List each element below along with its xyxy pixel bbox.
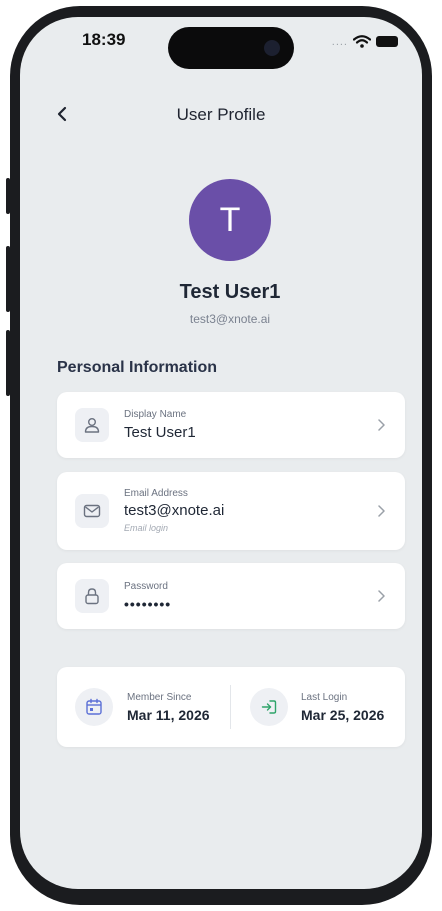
last-login-label: Last Login	[301, 692, 348, 703]
volume-up-button	[6, 246, 10, 312]
stats-divider	[230, 685, 231, 729]
navigation-bar: User Profile	[20, 99, 422, 129]
wifi-icon	[353, 35, 371, 48]
icon-container	[75, 494, 109, 528]
display-name-value: Test User1	[124, 424, 196, 441]
member-since-label: Member Since	[127, 692, 192, 703]
status-time: 18:39	[82, 30, 126, 49]
password-label: Password	[124, 581, 168, 592]
display-name-row[interactable]: Display Name Test User1	[57, 392, 405, 458]
member-since-value: Mar 11, 2026	[127, 707, 210, 723]
email-login-note: Email login	[124, 523, 169, 533]
dynamic-island	[168, 27, 294, 69]
chevron-right-icon	[378, 419, 385, 431]
last-login-value: Mar 25, 2026	[301, 707, 385, 723]
section-title-personal-information: Personal Information	[57, 359, 218, 376]
chevron-right-icon	[378, 590, 385, 602]
avatar: T	[189, 179, 271, 261]
calendar-icon	[86, 698, 102, 715]
user-name: Test User1	[179, 281, 281, 303]
user-icon	[84, 418, 100, 433]
mail-icon	[83, 504, 101, 518]
lock-icon	[85, 588, 99, 605]
icon-container	[75, 579, 109, 613]
icon-container	[75, 408, 109, 442]
page-title: User Profile	[176, 105, 266, 124]
battery-icon	[376, 36, 398, 47]
signal-icon: ....	[331, 35, 348, 48]
login-icon	[261, 700, 277, 714]
user-email: test3@xnote.ai	[189, 312, 271, 326]
account-stats-card: Member Since Mar 11, 2026 Last Login Mar…	[57, 667, 405, 747]
status-indicators: ....	[332, 35, 398, 48]
last-login-icon-container	[250, 688, 288, 726]
password-row[interactable]: Password ••••••••	[57, 563, 405, 629]
chevron-right-icon	[378, 505, 385, 517]
password-value: ••••••••	[124, 596, 172, 612]
email-address-value: test3@xnote.ai	[124, 502, 225, 519]
volume-down-button	[6, 330, 10, 396]
display-name-label: Display Name	[124, 409, 187, 420]
email-address-label: Email Address	[124, 488, 188, 499]
action-button	[6, 178, 10, 214]
camera-icon	[264, 40, 280, 56]
app-screen: 18:39 .... User Profile T Test User1 tes…	[20, 17, 422, 889]
email-address-row[interactable]: Email Address test3@xnote.ai Email login	[57, 472, 405, 550]
member-since-icon-container	[75, 688, 113, 726]
